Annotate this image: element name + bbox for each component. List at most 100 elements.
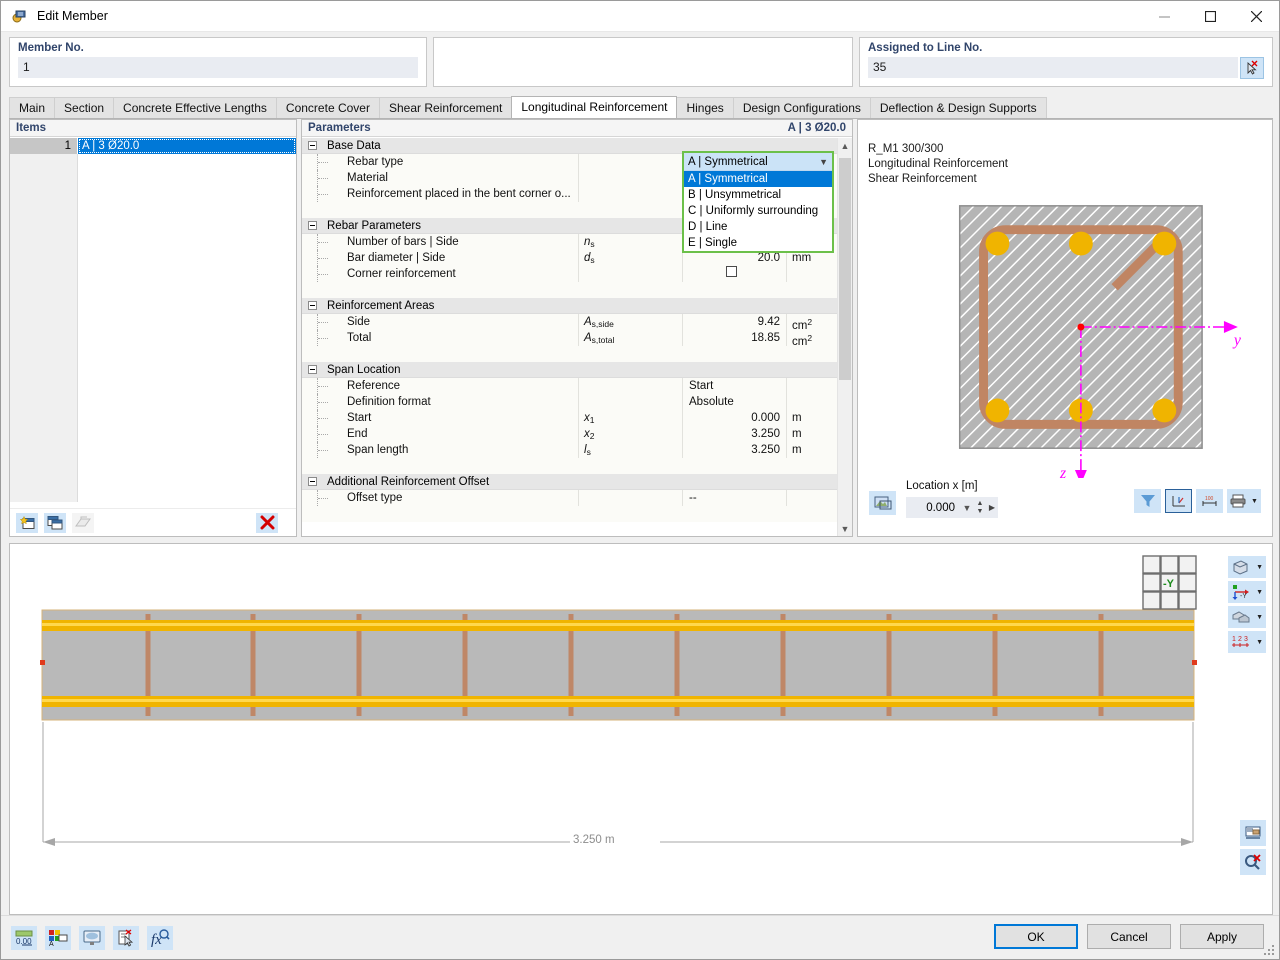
list-item[interactable]: 1 A | 3 Ø20.0 [10,138,296,154]
param-row[interactable]: Definition format Absolute [302,394,852,410]
svg-text:3: 3 [1244,636,1248,643]
display-mode-dropdown[interactable]: ▼ [1228,606,1266,628]
dropdown-option[interactable]: D | Line [684,219,832,235]
param-row[interactable]: Span length ls 3.250 m [302,442,852,458]
parameters-scrollbar[interactable]: ▲ ▼ [837,138,852,536]
chevron-down-icon[interactable]: ▼ [1256,614,1263,621]
member-drawing-pane[interactable]: 3.250 m -Y ▼ -Y ▼ ▼ 1 2 3 ▼ [9,543,1273,915]
decimal-places-button[interactable]: 0.00 [11,926,37,950]
print-preview-icon[interactable] [1240,820,1266,846]
pick-cursor-icon[interactable] [1239,57,1264,79]
section-caption-line-2: Longitudinal Reinforcement [868,158,1009,170]
dropdown-option[interactable]: E | Single [684,235,832,251]
param-row[interactable]: Start x1 0.000 m [302,410,852,426]
numbering-dropdown[interactable]: 1 2 3 ▼ [1228,631,1266,653]
chevron-down-icon[interactable]: ▼ [838,521,852,536]
member-no-input[interactable] [18,57,418,78]
rebar-type-dropdown-selected[interactable]: A | Symmetrical ▼ [684,153,832,171]
scrollbar-thumb[interactable] [839,158,851,380]
collapse-icon[interactable] [308,221,317,230]
param-group-header[interactable]: Reinforcement Areas [302,298,852,314]
dropdown-option[interactable]: B | Unsymmetrical [684,187,832,203]
rebar-type-dropdown-list[interactable]: A | Symmetrical B | Unsymmetrical C | Unif… [684,171,832,251]
tab-main[interactable]: Main [9,97,56,118]
param-row[interactable]: Corner reinforcement [302,266,852,282]
param-name-cell: Number of bars | Side [302,234,578,250]
dropdown-option[interactable]: A | Symmetrical [684,171,832,187]
tab-shear-reinforcement[interactable]: Shear Reinforcement [378,97,513,118]
chevron-down-icon[interactable]: ▼ [1256,589,1263,596]
location-value[interactable]: 0.000 [906,502,960,514]
param-value-cell[interactable] [682,266,786,282]
copy-item-icon[interactable] [44,512,66,533]
assigned-line-input[interactable] [868,57,1238,78]
axes-icon[interactable] [1165,489,1192,513]
close-icon[interactable] [1233,1,1279,32]
param-row[interactable]: Offset type -- [302,490,852,506]
tab-section[interactable]: Section [54,97,115,118]
param-value-cell[interactable]: Start [682,378,786,394]
chevron-down-icon[interactable]: ▼ [960,503,974,513]
tab-concrete-effective-lengths[interactable]: Concrete Effective Lengths [113,97,277,118]
comment-button[interactable] [113,926,139,950]
new-item-icon[interactable] [16,512,38,533]
dropdown-option[interactable]: C | Uniformly surrounding [684,203,832,219]
render-mode-dropdown[interactable]: ▼ [1228,556,1266,578]
collapse-icon[interactable] [308,477,317,486]
filter-icon[interactable] [1134,489,1161,513]
rebar-type-dropdown[interactable]: A | Symmetrical ▼ A | Symmetrical B | Uns… [682,151,834,253]
collapse-icon[interactable] [308,141,317,150]
tab-longitudinal-reinforcement[interactable]: Longitudinal Reinforcement [511,96,678,118]
chevron-down-icon[interactable]: ▼ [1251,498,1258,505]
param-checkbox[interactable] [726,266,737,277]
param-group-header[interactable]: Additional Reinforcement Offset [302,474,852,490]
resize-grip[interactable] [1264,945,1276,957]
param-value-cell[interactable]: 18.85 [682,330,786,346]
formula-button[interactable]: fx [147,926,173,950]
ok-button[interactable]: OK [994,924,1078,949]
rendering-button[interactable] [79,926,105,950]
view-cube[interactable]: -Y [1141,554,1199,615]
tree-connector [317,330,347,346]
param-row[interactable]: Reference Start [302,378,852,394]
param-value-cell[interactable]: 3.250 [682,426,786,442]
chevron-down-icon[interactable]: ▼ [1256,564,1263,571]
tab-concrete-cover[interactable]: Concrete Cover [275,97,380,118]
dimensions-icon[interactable]: 100 [1196,489,1223,513]
collapse-icon[interactable] [308,301,317,310]
param-value-cell[interactable]: 3.250 [682,442,786,458]
chevron-down-icon[interactable]: ▼ [819,157,828,167]
chevron-up-icon[interactable]: ▲ [838,138,852,153]
next-location-icon[interactable]: ▶ [986,503,998,512]
chevron-down-icon[interactable]: ▼ [1256,639,1263,646]
delete-item-icon[interactable] [256,512,278,533]
tree-connector [317,186,347,202]
tab-design-configurations[interactable]: Design Configurations [732,97,871,118]
param-group-header[interactable]: Span Location [302,362,852,378]
snapshot-icon[interactable] [869,491,896,515]
collapse-icon[interactable] [308,365,317,374]
param-value-cell[interactable]: -- [682,490,786,506]
zoom-reset-icon[interactable] [1240,849,1266,875]
display-properties-button[interactable]: A [45,926,71,950]
stepper-arrows[interactable]: ▲ ▼ [974,500,986,516]
param-row[interactable]: Total As,total 18.85 cm2 [302,330,852,348]
param-value-cell[interactable]: Absolute [682,394,786,410]
param-value-cell[interactable]: 0.000 [682,410,786,426]
minimize-icon[interactable] [1141,1,1187,32]
item-value[interactable]: A | 3 Ø20.0 [78,138,296,154]
apply-button[interactable]: Apply [1180,924,1264,949]
view-direction-dropdown[interactable]: -Y ▼ [1228,581,1266,603]
cancel-button[interactable]: Cancel [1087,924,1171,949]
param-value-cell[interactable]: 9.42 [682,314,786,330]
param-row[interactable]: End x2 3.250 m [302,426,852,442]
svg-text:-Y: -Y [1240,593,1247,600]
printer-icon[interactable]: ▼ [1227,489,1261,513]
location-stepper[interactable]: 0.000 ▼ ▲ ▼ ▶ [906,497,998,518]
param-label: Number of bars | Side [347,236,459,248]
tab-deflection-design-supports[interactable]: Deflection & Design Supports [869,97,1047,118]
param-row[interactable]: Side As,side 9.42 cm2 [302,314,852,332]
maximize-icon[interactable] [1187,1,1233,32]
cross-section-canvas[interactable]: y z [858,180,1272,484]
tab-hinges[interactable]: Hinges [676,97,734,118]
